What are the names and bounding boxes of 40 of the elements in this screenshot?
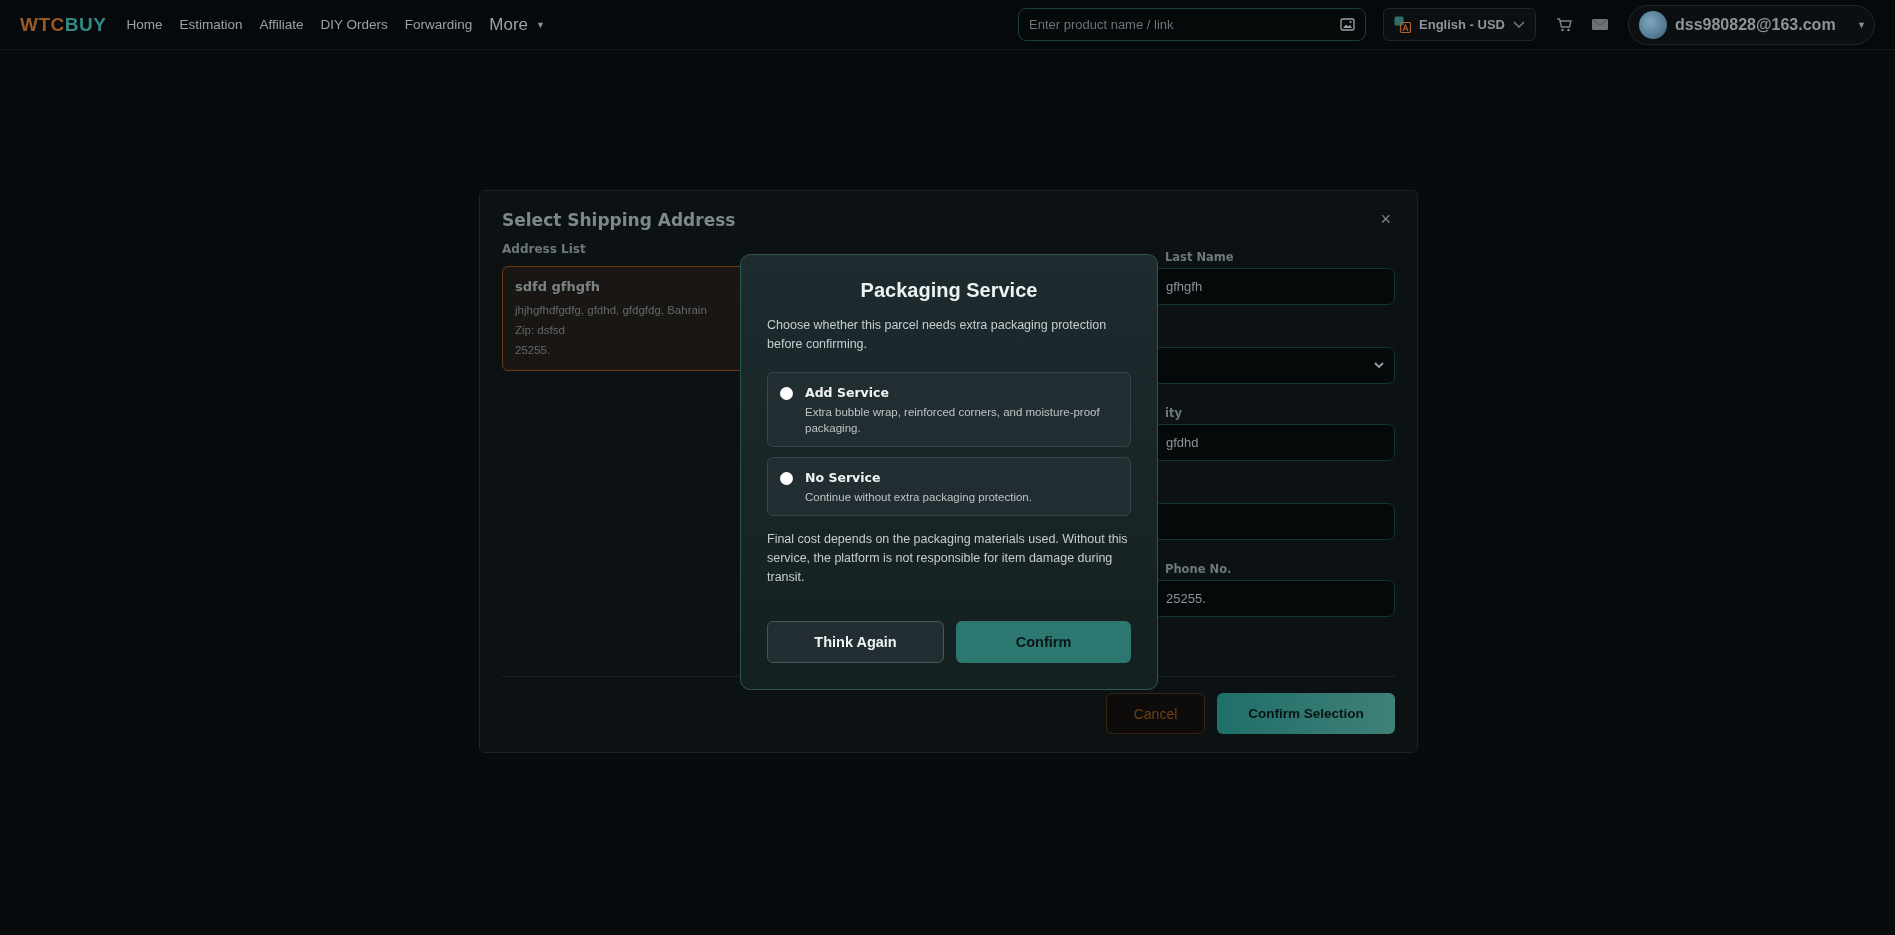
cart-icon[interactable] bbox=[1556, 17, 1572, 32]
search-field[interactable]: Enter product name / link bbox=[1018, 8, 1366, 41]
option-title: No Service bbox=[805, 470, 882, 485]
dialog-title: Select Shipping Address bbox=[502, 209, 736, 230]
service-option[interactable]: No Service Continue without extra packaging protection. bbox=[767, 457, 1131, 516]
confirm-button[interactable]: Confirm bbox=[956, 621, 1131, 663]
intro-text: Choose whether this parcel needs extra packaging protection before confirming. bbox=[767, 317, 1108, 353]
address-name: sdfd gfhgfh bbox=[515, 279, 601, 294]
address-line: Zip: dsfsd bbox=[515, 323, 566, 338]
note-text: Final cost depends on the packaging materials used. Without this service, the platform is not responsible for item damage during transit. bbox=[767, 531, 1129, 586]
address-line: 25255. bbox=[515, 343, 552, 358]
address-line: jhjhgfhdfgdfg, gfdhd, gfdgfdg, Bahrain bbox=[515, 303, 708, 318]
translate-icon bbox=[1394, 16, 1411, 33]
confirm-selection-button[interactable]: Confirm Selection bbox=[1217, 693, 1395, 734]
nav-link[interactable]: Estimation bbox=[179, 17, 243, 32]
logo[interactable]: WTCBUY bbox=[20, 13, 107, 36]
more-menu[interactable]: More ▼ bbox=[489, 14, 545, 35]
radio-button[interactable] bbox=[780, 472, 793, 485]
image-icon[interactable] bbox=[1340, 18, 1355, 31]
option-title: Add Service bbox=[805, 385, 890, 400]
avatar bbox=[1639, 10, 1667, 39]
field-label: Phone No. bbox=[1164, 561, 1233, 578]
language-selector[interactable]: English - USD bbox=[1383, 8, 1536, 41]
section-label: Address List bbox=[502, 242, 587, 256]
nav-link[interactable]: Forwarding bbox=[404, 17, 473, 32]
radio-button[interactable] bbox=[780, 387, 793, 400]
nav-link[interactable]: DIY Orders bbox=[320, 17, 388, 32]
nav-link[interactable]: Home bbox=[126, 17, 163, 32]
chevron-down-icon bbox=[1513, 20, 1525, 29]
field-label: Last Name bbox=[1164, 249, 1235, 266]
option-description: Continue without extra packaging protection. bbox=[805, 490, 1032, 505]
field-label: ity bbox=[1164, 405, 1183, 422]
chevron-down-icon bbox=[1374, 362, 1384, 369]
service-option[interactable]: Add Service Extra bubble wrap, reinforced corners, and moisture-proof packaging. bbox=[767, 372, 1131, 447]
think-again-button[interactable]: Think Again bbox=[767, 621, 944, 663]
dialog-title: Packaging Service bbox=[859, 279, 1039, 302]
nav-link[interactable]: Affiliate bbox=[259, 17, 304, 32]
option-description: Extra bubble wrap, reinforced corners, and moisture-proof packaging. bbox=[805, 405, 1101, 436]
user-menu[interactable]: dss980828@163.com ▼ bbox=[1628, 4, 1875, 45]
close-button[interactable]: × bbox=[1376, 209, 1395, 230]
